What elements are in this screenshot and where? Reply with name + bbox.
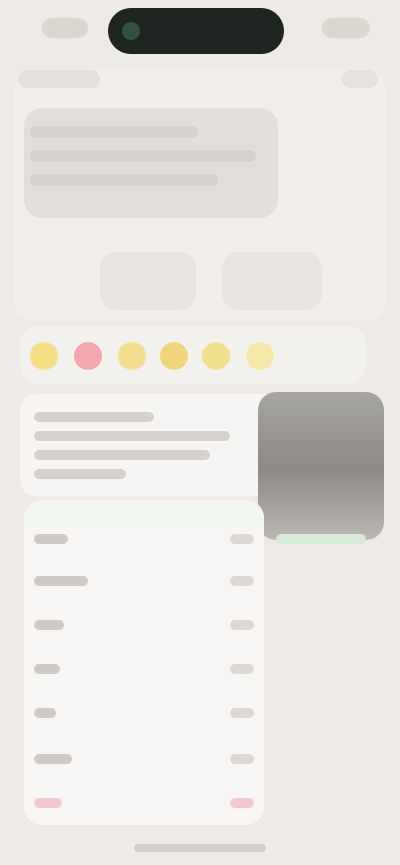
list-item-label-text bbox=[34, 534, 35, 535]
status-bar bbox=[0, 0, 400, 60]
rating-bubble[interactable] bbox=[202, 342, 230, 370]
list-item[interactable] bbox=[34, 652, 254, 688]
rating-bubble[interactable] bbox=[160, 342, 188, 370]
rating-bubble[interactable] bbox=[118, 342, 146, 370]
status-indicators-text bbox=[322, 18, 323, 19]
list-item-value-text bbox=[230, 754, 231, 755]
list-item-label-text bbox=[34, 620, 35, 621]
list-item-value bbox=[230, 798, 254, 808]
segmented-control bbox=[100, 252, 322, 310]
list-item-value bbox=[230, 664, 254, 674]
description-line-2 bbox=[34, 431, 230, 441]
list-item-value-text bbox=[230, 534, 231, 535]
segment-left[interactable] bbox=[100, 252, 196, 310]
description-line-1 bbox=[34, 412, 154, 422]
list-item-label-text bbox=[34, 576, 35, 577]
side-image[interactable] bbox=[258, 392, 384, 544]
dynamic-island-text bbox=[108, 8, 109, 9]
list-item-label-text bbox=[34, 754, 35, 755]
back-button[interactable] bbox=[18, 70, 100, 88]
list-item-label bbox=[34, 754, 72, 764]
list-item[interactable] bbox=[34, 564, 254, 600]
status-indicators bbox=[322, 18, 370, 38]
rating-bubble[interactable] bbox=[30, 342, 58, 370]
segment-right[interactable] bbox=[222, 252, 322, 310]
list-item-label bbox=[34, 708, 56, 718]
rating-strip bbox=[20, 326, 366, 384]
list-item-value-text bbox=[230, 798, 231, 799]
list-item-value-text bbox=[230, 664, 231, 665]
more-button-label bbox=[342, 70, 343, 71]
description-card bbox=[20, 394, 294, 496]
rating-bubble[interactable] bbox=[246, 342, 274, 370]
dynamic-island bbox=[108, 8, 284, 54]
list-item-label bbox=[34, 664, 60, 674]
status-time-text bbox=[42, 18, 43, 19]
list-item-label-text bbox=[34, 664, 35, 665]
segment-right-label bbox=[222, 252, 223, 253]
list-item-value-text bbox=[230, 620, 231, 621]
list-item-value-text bbox=[230, 708, 231, 709]
list-item-value bbox=[230, 576, 254, 586]
list-item-value bbox=[230, 620, 254, 630]
list-item[interactable] bbox=[34, 696, 254, 732]
rating-bubble[interactable] bbox=[74, 342, 102, 370]
description-line-4 bbox=[34, 469, 126, 479]
list-item-value bbox=[230, 534, 254, 544]
description-line-3 bbox=[34, 450, 210, 460]
list-item-label-text bbox=[34, 708, 35, 709]
list-item-label bbox=[34, 576, 88, 586]
hero-panel bbox=[24, 108, 278, 218]
status-time bbox=[42, 18, 88, 38]
list-item[interactable] bbox=[34, 608, 254, 644]
hero-line-1 bbox=[30, 126, 198, 138]
navigation-row bbox=[18, 68, 382, 92]
list-item[interactable] bbox=[34, 522, 254, 558]
list-item-value bbox=[230, 754, 254, 764]
list-item-label-text bbox=[34, 798, 35, 799]
list-item[interactable] bbox=[34, 786, 254, 822]
list-item[interactable] bbox=[34, 742, 254, 778]
list-item-value-text bbox=[230, 576, 231, 577]
hero-line-3 bbox=[30, 174, 218, 186]
list-item-label bbox=[34, 620, 64, 630]
segment-left-label bbox=[100, 252, 101, 253]
hero-line-2 bbox=[30, 150, 256, 162]
list-item-value bbox=[230, 708, 254, 718]
list-item-label bbox=[34, 798, 62, 808]
more-button[interactable] bbox=[342, 70, 378, 88]
list-item-label bbox=[34, 534, 68, 544]
back-button-label bbox=[18, 70, 19, 71]
home-indicator bbox=[134, 844, 266, 852]
